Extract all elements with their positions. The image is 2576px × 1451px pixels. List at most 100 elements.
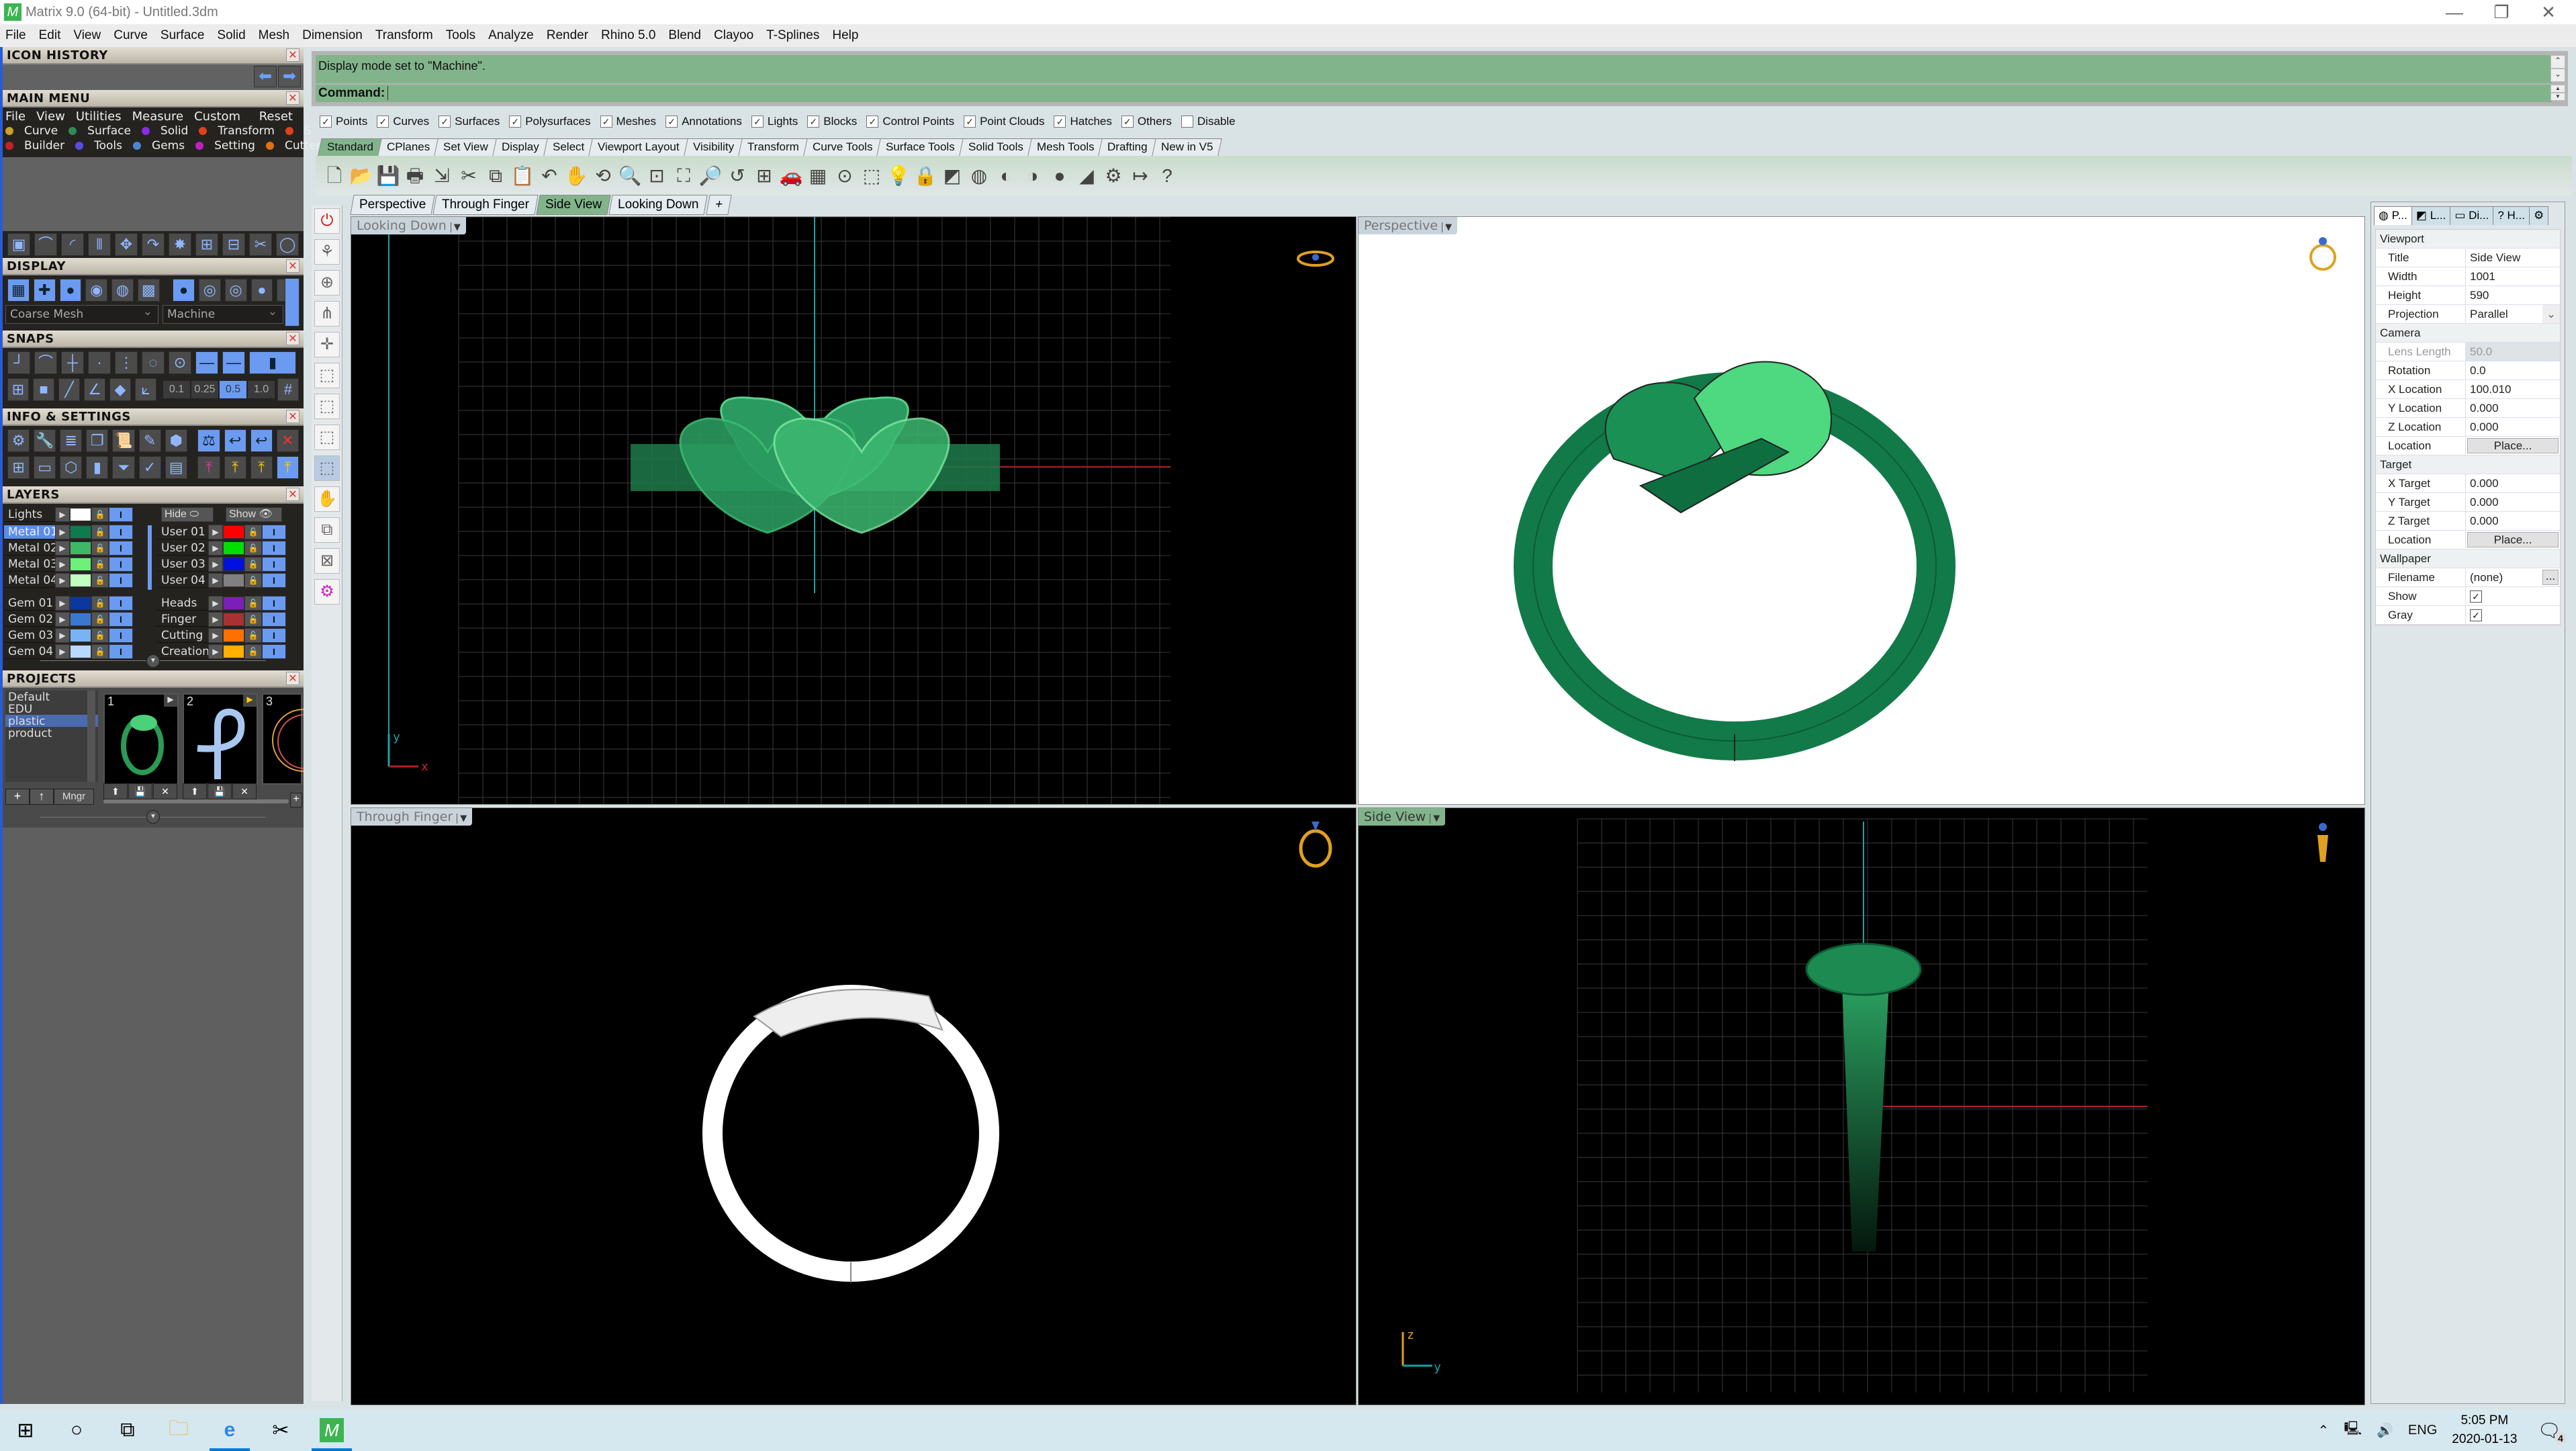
filter-annotations[interactable]: ✓ Annotations [665,115,742,128]
layer-name[interactable]: Metal 03 [4,558,55,572]
main-menu-custom[interactable]: Custom [194,109,240,124]
lock-icon[interactable]: 🔓 [91,612,109,627]
dropdown-caret-icon[interactable]: ▼ [450,222,461,232]
zoom-extents-icon[interactable]: ⛶ [670,163,697,189]
filter-others[interactable]: ✓ Others [1121,115,1172,128]
gumball-active-icon[interactable]: ⤒ [276,456,299,479]
menu-clayoo[interactable]: Clayoo [714,28,753,43]
collapse-handle[interactable]: ▼ [146,654,160,668]
checkbox[interactable] [1181,116,1193,128]
main-menu-surface[interactable]: Surface [68,124,131,138]
filter-curves[interactable]: ✓ Curves [377,115,429,128]
main-menu-setting[interactable]: Setting [195,139,255,152]
line-snap-icon[interactable]: ╱ [58,378,80,401]
property-width[interactable]: 1001 [2466,267,2560,285]
projects-scrollbar[interactable] [87,691,95,782]
lock-icon[interactable]: 🔒 [912,163,939,189]
project-item[interactable]: Default [5,691,98,704]
checkbox[interactable]: ✓ [807,116,820,128]
axes-icon[interactable]: ✛ [314,332,340,357]
restore-button[interactable]: ❐ [2478,0,2525,24]
close-icon[interactable]: ✕ [286,259,300,273]
snap-end-icon[interactable]: ┘ [7,351,30,374]
filter-hatches[interactable]: ✓ Hatches [1054,115,1112,128]
undo-view-icon[interactable]: ↺ [724,163,751,189]
clock[interactable]: 5:05 PM 2020-01-13 [2452,1411,2517,1449]
project-item[interactable]: plastic [5,715,98,728]
cancel-box-icon[interactable]: ⊠ [314,548,340,574]
show-button[interactable]: Show 👁 [226,507,282,522]
visibility-toggle[interactable]: I [262,644,286,659]
visibility-toggle[interactable]: I [109,612,133,627]
expand-arrow-icon[interactable]: ▶ [55,573,70,588]
paste-icon[interactable]: 📋 [509,163,536,189]
notes-icon[interactable]: ✎ [138,429,161,452]
close-icon[interactable]: ✕ [286,410,300,423]
project-thumb-3[interactable]: 3 [262,693,304,785]
close-icon[interactable]: ✕ [286,48,300,62]
four-view-icon[interactable]: ⊞ [7,456,30,479]
hand-select-icon[interactable]: ✋ [314,486,340,512]
load-button[interactable]: ⬆ [103,783,128,799]
box-snap-icon[interactable]: ■ [33,378,54,401]
minimize-button[interactable]: — [2431,0,2478,24]
visibility-toggle[interactable]: I [109,573,133,588]
lock-icon[interactable]: 🔓 [244,541,262,556]
expand-arrow-icon[interactable]: ▶ [208,557,223,572]
cube-outline-icon[interactable]: ⬢ [165,429,187,452]
menu-transform[interactable]: Transform [375,28,433,43]
visibility-toggle[interactable]: I [262,573,286,588]
options-icon[interactable]: ⚙ [7,429,30,452]
filter-polysurfaces[interactable]: ✓ Polysurfaces [509,115,591,128]
layer-color-swatch[interactable] [70,508,91,521]
color-wheel-icon[interactable]: ◍ [966,163,993,189]
print-icon[interactable]: 🖶 [402,163,428,189]
menu-rhino-5-0[interactable]: Rhino 5.0 [601,28,655,43]
lock-icon[interactable]: 🔓 [91,596,109,611]
viewport-tab-side-view[interactable]: Side View [536,195,611,215]
rotate-view-icon[interactable]: ⟲ [590,163,616,189]
bounding-box-icon[interactable]: ⬡ [60,456,83,479]
close-icon[interactable]: ✕ [286,91,300,105]
expand-arrow-icon[interactable]: ▶ [208,541,223,556]
box-edge-icon[interactable]: ⬚ [314,394,340,419]
dimension-icon[interactable]: ↦ [1127,163,1154,189]
undo-icon[interactable]: ↶ [536,163,563,189]
viewport-label-through-finger[interactable]: Through Finger ▼ [351,808,473,826]
lock-icon[interactable]: 🔓 [244,525,262,539]
tab-drafting[interactable]: Drafting [1098,138,1157,156]
filter-lights[interactable]: ✓ Lights [751,115,798,128]
matrix-app-icon[interactable]: M [306,1409,357,1451]
lock-icon[interactable]: 🔓 [244,644,262,659]
help-icon[interactable]: ? [1154,163,1181,189]
properties-tab-2[interactable]: ▭ Di... [2450,206,2494,225]
menu-view[interactable]: View [73,28,101,43]
language-indicator[interactable]: ENG [2408,1423,2437,1438]
layer-color-swatch[interactable] [223,613,244,626]
checkbox[interactable]: ✓ [600,116,612,128]
viewport-label-looking-down[interactable]: Looking Down ▼ [351,217,466,234]
menu-edit[interactable]: Edit [39,28,61,43]
expand-arrow-icon[interactable]: ▶ [55,507,70,522]
weight-icon[interactable]: ⚖ [197,429,220,452]
visibility-toggle[interactable]: I [109,525,133,539]
layer-color-swatch[interactable] [70,645,91,658]
grid-value-0.5[interactable]: 0.5 [219,380,247,399]
lock-icon[interactable]: 🔓 [244,557,262,572]
property-x-location[interactable]: 100.010 [2466,380,2560,398]
menu-mesh[interactable]: Mesh [259,28,289,43]
main-menu-tools[interactable]: Tools [75,139,122,152]
viewport-label-side-view[interactable]: Side View ▼ [1359,808,1446,826]
viewport-side-view[interactable]: z y Side View ▼ [1358,807,2365,1405]
gear-pink-icon[interactable]: ⚙ [314,579,340,605]
menu-curve[interactable]: Curve [113,28,148,43]
layer-name[interactable]: Finger [157,613,208,627]
settings-gear-icon[interactable]: ⚙ [2528,206,2549,225]
filter-point-clouds[interactable]: ✓ Point Clouds [964,115,1044,128]
grid-value-0.1[interactable]: 0.1 [163,380,191,399]
viewport-label-perspective[interactable]: Perspective ▼ [1359,217,1458,234]
layers-scroll-left[interactable] [148,525,152,590]
expand-arrow-icon[interactable]: ▶ [55,612,70,627]
car-icon[interactable]: 🚗 [778,163,804,189]
close-icon[interactable]: ✕ [286,332,300,345]
